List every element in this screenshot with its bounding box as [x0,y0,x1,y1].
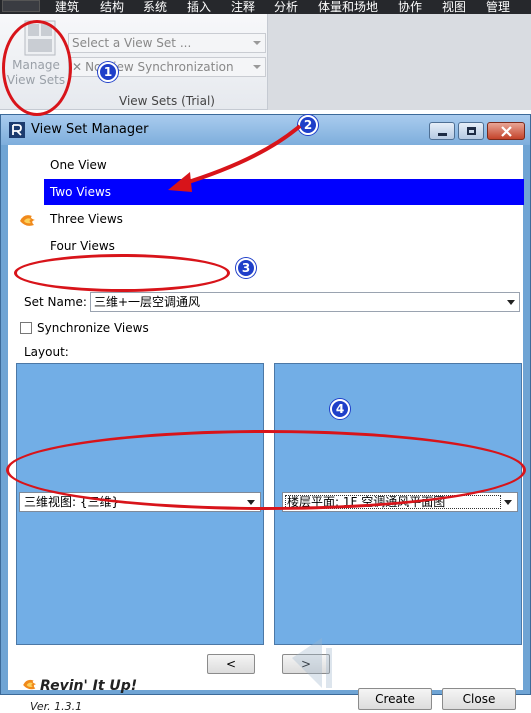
synchronize-views-label: Synchronize Views [37,321,149,335]
annotation-marker-3: 3 [236,258,256,278]
version-text: Ver. 1.3.1 [30,700,83,713]
chevron-down-icon [253,41,261,45]
layout-label: Layout: [24,345,69,359]
close-x-icon: ✕ [72,60,83,74]
close-icon [501,126,512,137]
minimize-icon [438,133,447,136]
right-view-dropdown[interactable]: 楼层平面: 1F 空调通风平面图 [282,492,518,512]
minimize-button[interactable] [429,122,455,140]
flame-icon [20,215,35,226]
app-menu-button[interactable] [2,0,40,12]
menu-tab-analyze[interactable]: 分析 [274,0,298,14]
close-button[interactable]: Close [442,688,516,710]
menu-tab-collaborate[interactable]: 协作 [398,0,422,14]
left-view-value: 三维视图: {三维} [24,495,120,509]
chevron-down-icon [253,65,261,69]
layout-pane-right: 楼层平面: 1F 空调通风平面图 [274,363,522,645]
menu-tab-systems[interactable]: 系统 [143,0,167,14]
manage-view-sets-icon [24,20,56,56]
close-window-button[interactable] [487,122,525,140]
layout-pane-left: 三维视图: {三维} [16,363,264,645]
ribbon-panel-view-sets: Manage View Sets Select a View Set ... ✕… [0,14,268,110]
flame-icon [23,679,37,690]
view-option-four[interactable]: Four Views [44,233,524,259]
ribbon-panel-title: View Sets (Trial) [119,94,215,108]
next-button[interactable]: > [282,654,330,674]
manage-view-sets-button[interactable]: Manage View Sets [6,18,66,96]
menu-tab-architecture[interactable]: 建筑 [55,0,79,14]
menu-tab-annotate[interactable]: 注释 [231,0,255,14]
left-view-dropdown[interactable]: 三维视图: {三维} [19,492,261,512]
annotation-arrow [168,124,302,192]
ribbon-empty-area [268,14,531,110]
menu-tab-structure[interactable]: 结构 [100,0,124,14]
brand-logo: Revin' It Up! [22,678,137,694]
view-set-manager-dialog: View Set Manager One View Two Views Thre… [0,114,531,713]
view-option-three[interactable]: Three Views [44,206,524,232]
manage-label-line2: View Sets [6,73,66,87]
focus-rect [285,495,501,509]
previous-button[interactable]: < [207,654,255,674]
set-name-value: 三维+一层空调通风 [94,295,201,309]
select-view-set-text: Select a View Set ... [72,36,192,50]
manage-label-line1: Manage [12,58,60,72]
maximize-icon [467,127,476,135]
menu-tab-insert[interactable]: 插入 [187,0,211,14]
chevron-down-icon [247,500,255,505]
revit-app-icon [9,122,25,138]
annotation-marker-4: 4 [330,399,350,419]
set-name-label: Set Name: [24,295,87,309]
menu-tab-massing[interactable]: 体量和场地 [318,0,378,14]
set-name-combobox[interactable]: 三维+一层空调通风 [90,292,520,312]
create-button[interactable]: Create [358,688,432,710]
menu-tab-view[interactable]: 视图 [442,0,466,14]
annotation-marker-1: 1 [98,62,118,82]
dialog-title: View Set Manager [31,122,149,137]
synchronize-views-checkbox[interactable] [20,322,32,334]
ribbon-menubar: 建筑 结构 系统 插入 注释 分析 体量和场地 协作 视图 管理 [0,0,531,14]
brand-text: Revin' It Up! [40,678,138,694]
chevron-down-icon [507,300,515,305]
maximize-button[interactable] [458,122,484,140]
select-view-set-dropdown[interactable]: Select a View Set ... [68,33,266,53]
dialog-client-area: One View Two Views Three Views Four View… [8,145,524,713]
chevron-down-icon [504,500,512,505]
menu-tab-manage[interactable]: 管理 [486,0,510,14]
